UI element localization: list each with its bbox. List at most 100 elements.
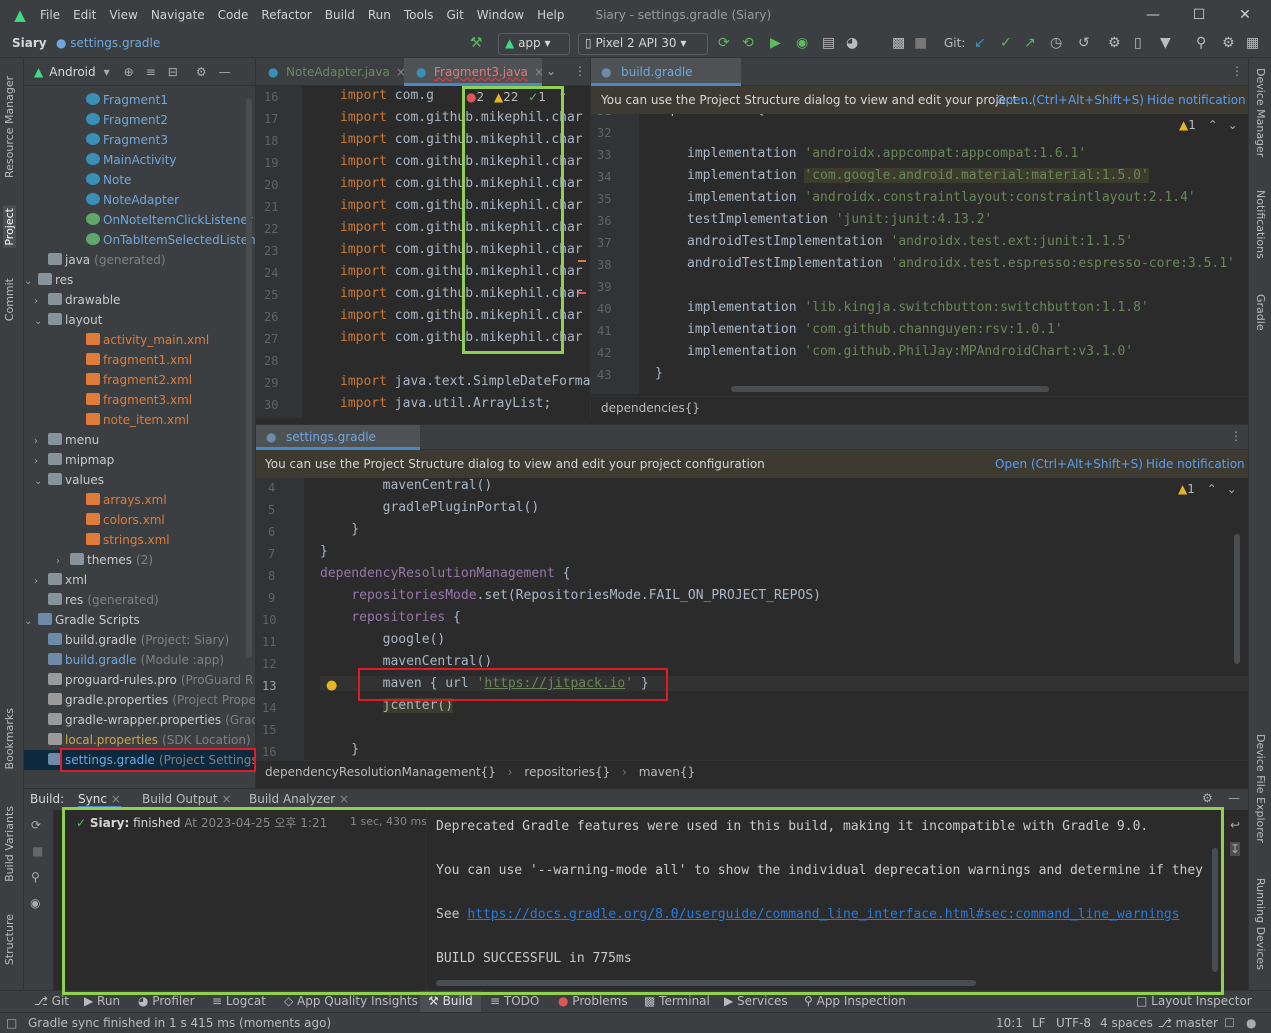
chevron-down-icon[interactable]: ⌄ [34,312,48,332]
tab-build-analyzer[interactable]: Build Analyzer × [249,792,349,806]
stop-icon[interactable]: ■ [32,844,43,858]
sync-gradle-icon[interactable]: ⚙ [1108,35,1121,51]
tree-item[interactable]: Fragment2 [24,110,255,130]
tool-gradle[interactable]: Gradle [1254,294,1267,331]
tool-device-manager[interactable]: Device Manager [1254,68,1267,157]
menu-window[interactable]: Window [477,8,524,22]
tool-notifications[interactable]: Notifications [1254,190,1267,259]
breadcrumb-repositories[interactable]: repositories{} [524,765,610,779]
tree-item[interactable]: OnNoteItemClickListener [24,210,255,230]
collapse-all-icon[interactable]: ⊟ [168,65,178,79]
caret-position[interactable]: 10:1 [996,1016,1023,1030]
tool-run[interactable]: ▶ Run [84,994,120,1008]
tree-item[interactable]: ⌄ layout [24,310,255,332]
code-line[interactable]: import com.g [340,88,434,103]
chevron-up-icon[interactable]: ⌃ [558,90,568,104]
tree-item[interactable]: › themes (2) [24,550,255,570]
breadcrumb-maven[interactable]: maven{} [639,765,695,779]
tree-item[interactable]: NoteAdapter [24,190,255,210]
tool-bookmarks[interactable]: Bookmarks [3,708,16,769]
code-line[interactable]: import com.github.mikephil.char [340,176,583,191]
scroll-to-end-icon[interactable]: ↧ [1230,842,1241,856]
tree-item[interactable]: › menu [24,430,255,452]
apply-changes-icon[interactable]: ⟲ [742,35,754,51]
tool-git[interactable]: ⎇ Git [34,994,69,1008]
code-line[interactable]: jcenter() [320,698,454,713]
code-line[interactable]: import com.github.mikephil.char [340,154,583,169]
panel-toggle-icon[interactable]: □ [6,1016,17,1030]
tree-item[interactable]: ⌄ values [24,470,255,490]
run-config-select[interactable]: ▲ app ▾ [498,33,570,55]
code-line[interactable]: import com.github.mikephil.char [340,264,583,279]
tool-resource-manager[interactable]: Resource Manager [3,68,16,178]
tab-fragment3[interactable]: ● Fragment3.java × [404,58,544,86]
search-icon[interactable]: ⚲ [1196,35,1206,51]
tab-build-gradle-app[interactable]: ●build.gradle (:app)× [591,58,741,107]
tool-build[interactable]: ⚒ Build [420,991,481,1012]
hide-panel-icon[interactable]: — [219,65,231,79]
code-line[interactable]: testImplementation 'junit:junit:4.13.2' [687,212,992,227]
rerun-icon[interactable]: ⟳ [718,35,730,51]
maximize-icon[interactable]: ☐ [1176,0,1222,30]
chevron-right-icon[interactable]: › [34,432,48,452]
breadcrumb-project[interactable]: Siary [12,36,47,50]
chevron-down-icon[interactable]: ⌄ [1228,118,1238,132]
chevron-down-icon[interactable]: ⌄ [1227,482,1237,496]
run-coverage-icon[interactable]: ▩ [892,35,905,51]
device-manager-icon[interactable]: ▯ [1134,35,1142,51]
menu-help[interactable]: Help [537,8,564,22]
code-line[interactable]: mavenCentral() [320,478,493,493]
tree-item[interactable]: Note [24,170,255,190]
tool-build-variants[interactable]: Build Variants [3,806,16,882]
code-line[interactable]: } [655,366,663,381]
settings-gear-icon[interactable]: ⚙ [1222,35,1235,51]
code-line[interactable]: maven { url 'https://jitpack.io' } [320,676,1248,691]
code-line[interactable]: import java.util.ArrayList; [340,396,551,411]
menu-build[interactable]: Build [325,8,355,22]
lock-icon[interactable]: ☐ [1224,1016,1235,1030]
tool-running-devices[interactable]: Running Devices [1254,878,1267,970]
tree-item[interactable]: Fragment1 [24,90,255,110]
editor-fragment3[interactable]: 16 import com.g 17 import com.github.mikeph… [256,86,590,418]
horizontal-scrollbar[interactable] [436,980,976,986]
tool-commit[interactable]: Commit [3,278,16,321]
memory-indicator-icon[interactable]: ● [1246,1016,1256,1030]
tab-build-output[interactable]: Build Output × [142,792,232,806]
chevron-down-icon[interactable]: ⌄ [24,272,38,292]
eye-icon[interactable]: ◉ [30,896,40,910]
tree-item[interactable]: gradle-wrapper.properties (Grad [24,710,255,730]
chevron-down-icon[interactable]: ▾ [104,65,110,79]
tab-note-adapter[interactable]: ● NoteAdapter.java × [256,58,406,86]
line-separator[interactable]: LF [1032,1016,1046,1030]
code-line[interactable]: repositoriesMode.set(RepositoriesMode.FA… [320,588,821,603]
tool-profiler[interactable]: ◕ Profiler [138,994,195,1008]
code-line[interactable]: import com.github.mikephil.char [340,220,583,235]
breadcrumb-file[interactable]: ● settings.gradle [56,36,160,50]
more-options-icon[interactable]: ⋮ [574,64,586,78]
tool-logcat[interactable]: ≡ Logcat [212,994,266,1008]
tree-item[interactable]: › mipmap [24,450,255,470]
menu-tools[interactable]: Tools [404,8,434,22]
chevron-up-icon[interactable]: ⌃ [1208,118,1218,132]
code-line[interactable]: } [320,544,328,559]
menu-edit[interactable]: Edit [73,8,96,22]
tree-item[interactable]: ⌄ Gradle Scripts [24,610,255,630]
tab-sync[interactable]: Sync × [78,792,121,808]
tree-item[interactable]: note_item.xml [24,410,255,430]
code-line[interactable]: implementation 'com.google.android.mater… [687,168,1149,183]
rollback-icon[interactable]: ↺ [1078,35,1090,51]
inspection-widget[interactable]: ▲1 ⌃ ⌄ [1178,482,1237,496]
close-tab-icon[interactable]: × [534,65,544,79]
code-line[interactable]: implementation 'com.github.channguyen:rs… [687,322,1063,337]
chevron-up-icon[interactable]: ⌃ [1207,482,1217,496]
tool-layout-inspector[interactable]: □ Layout Inspector [1136,994,1252,1008]
editor-build-gradle[interactable]: You can use the Project Structure dialog… [590,86,1248,418]
close-tab-icon[interactable]: × [221,792,231,806]
soft-wrap-icon[interactable]: ↩ [1230,818,1240,832]
run-icon[interactable]: ▶ [770,35,781,51]
sdk-manager-icon[interactable]: ▼ [1160,35,1171,51]
tool-app-quality-insights[interactable]: ◇ App Quality Insights [284,994,418,1008]
code-line[interactable]: implementation 'com.github.PhilJay:MPAnd… [687,344,1133,359]
tree-item[interactable]: proguard-rules.pro (ProGuard R [24,670,255,690]
locate-icon[interactable]: ⊕ [124,65,134,79]
